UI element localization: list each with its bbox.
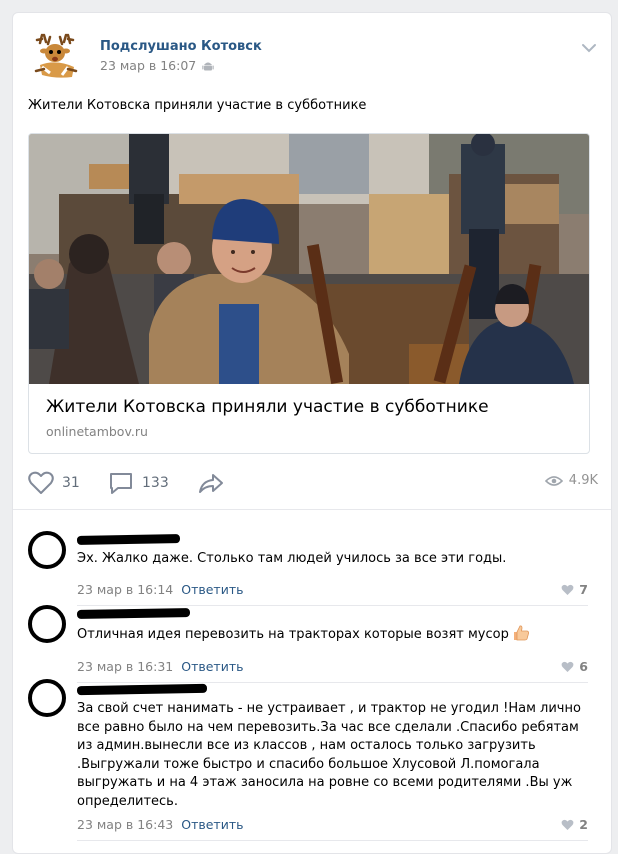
comment-item: За свой счет нанимать - не устраивает , … xyxy=(28,673,588,853)
group-name-link[interactable]: Подслушано Котовск xyxy=(100,39,262,54)
thumbs-up-icon xyxy=(513,625,529,641)
views: 4.9K xyxy=(544,473,598,488)
redacted-author-name xyxy=(76,683,208,696)
divider xyxy=(13,509,611,510)
comment-like-count: 6 xyxy=(579,659,588,674)
reply-button[interactable]: Ответить xyxy=(181,582,243,597)
comment-text: За свой счет нанимать - не устраивает , … xyxy=(77,701,581,809)
heart-icon xyxy=(28,471,54,494)
android-icon xyxy=(202,62,214,70)
group-avatar[interactable] xyxy=(28,29,84,85)
comment-date[interactable]: 23 мар в 16:31 xyxy=(77,659,173,674)
comment-meta: 23 мар в 16:14 Ответить xyxy=(77,582,243,597)
chevron-down-icon[interactable] xyxy=(581,43,597,53)
comment-text-row: Отличная идея перевозить на тракторах ко… xyxy=(77,625,592,645)
post-date[interactable]: 23 мар в 16:07 xyxy=(100,58,196,73)
comment-like-button[interactable]: 2 xyxy=(561,817,588,832)
comment-button[interactable]: 133 xyxy=(108,471,169,495)
like-button[interactable]: 31 xyxy=(28,471,80,495)
link-photo[interactable] xyxy=(29,134,589,384)
link-domain: onlinetambov.ru xyxy=(46,424,148,439)
view-count: 4.9K xyxy=(568,473,598,488)
comment-separator xyxy=(77,840,588,841)
reply-button[interactable]: Ответить xyxy=(181,659,243,674)
comment-item: Отличная идея перевозить на тракторах ко… xyxy=(28,598,588,683)
heart-icon xyxy=(561,584,574,595)
like-count: 31 xyxy=(62,475,80,491)
reply-button[interactable]: Ответить xyxy=(181,817,243,832)
redacted-author-name xyxy=(76,608,191,619)
comment-icon xyxy=(110,473,132,494)
comment-meta: 23 мар в 16:43 Ответить xyxy=(77,817,243,832)
eye-icon xyxy=(544,475,563,486)
comment-date[interactable]: 23 мар в 16:43 xyxy=(77,817,173,832)
link-title[interactable]: Жители Котовска приняли участие в суббот… xyxy=(46,397,489,417)
share-icon xyxy=(199,474,223,493)
comment-like-button[interactable]: 6 xyxy=(561,659,588,674)
comment-meta: 23 мар в 16:31 Ответить xyxy=(77,659,243,674)
post-meta: 23 мар в 16:07 xyxy=(100,58,214,73)
post-card: Подслушано Котовск 23 мар в 16:07 Жители… xyxy=(12,12,612,854)
post-actions: 31 133 4.9K xyxy=(28,471,598,497)
heart-icon xyxy=(561,819,574,830)
post-text: Жители Котовска приняли участие в суббот… xyxy=(28,98,367,113)
link-attachment[interactable]: Жители Котовска приняли участие в суббот… xyxy=(28,133,590,454)
comment-avatar[interactable] xyxy=(28,605,66,643)
comment-like-count: 2 xyxy=(579,817,588,832)
comment-like-button[interactable]: 7 xyxy=(561,582,588,597)
comment-date[interactable]: 23 мар в 16:14 xyxy=(77,582,173,597)
redacted-author-name xyxy=(76,534,181,545)
comment-avatar[interactable] xyxy=(28,531,66,569)
share-button[interactable] xyxy=(198,471,224,495)
comment-like-count: 7 xyxy=(579,582,588,597)
comment-count: 133 xyxy=(142,475,169,491)
heart-icon xyxy=(561,661,574,672)
comment-text: Отличная идея перевозить на тракторах ко… xyxy=(77,627,509,642)
comment-text: Эх. Жалко даже. Столько там людей училос… xyxy=(77,551,507,566)
comment-item: Эх. Жалко даже. Столько там людей училос… xyxy=(28,523,588,606)
comment-avatar[interactable] xyxy=(28,679,66,717)
